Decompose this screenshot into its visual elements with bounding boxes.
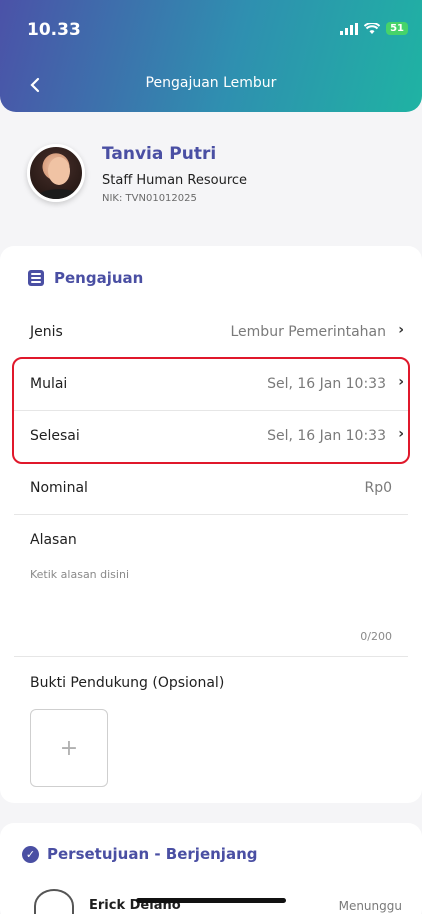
approver-status: Menunggu: [338, 899, 402, 913]
highlight-box: [12, 357, 410, 464]
employee-profile: Tanvia Putri Staff Human Resource NIK: T…: [0, 138, 422, 218]
plus-icon: +: [59, 735, 79, 761]
nominal-row: Nominal Rp0: [14, 464, 408, 514]
divider: [14, 514, 408, 515]
jenis-value: Lembur Pemerintahan: [230, 324, 387, 340]
check-circle-icon: ✓: [22, 845, 39, 863]
signal-icon: [340, 22, 359, 35]
wifi-icon: [364, 22, 381, 34]
app-header: 10.33 51 Pengajuan Lembur: [0, 0, 422, 112]
employee-nik: NIK: TVN01012025: [102, 193, 197, 204]
divider: [14, 656, 408, 657]
nominal-value: Rp0: [364, 480, 392, 496]
char-counter: 0/200: [360, 630, 392, 643]
nominal-label: Nominal: [30, 480, 88, 496]
jenis-label: Jenis: [30, 324, 63, 340]
approval-header: ✓ Persetujuan - Berjenjang: [22, 845, 257, 863]
jenis-row[interactable]: Jenis Lembur Pemerintahan ›: [14, 308, 408, 358]
nav-bar: Pengajuan Lembur: [0, 70, 422, 100]
avatar: [27, 144, 85, 202]
approval-title: Persetujuan - Berjenjang: [47, 845, 258, 863]
pengajuan-header: Pengajuan: [28, 269, 143, 287]
status-icons: 51: [340, 22, 408, 35]
home-indicator: [136, 898, 286, 903]
employee-role: Staff Human Resource: [102, 173, 248, 188]
upload-button[interactable]: +: [30, 709, 108, 787]
alasan-label: Alasan: [30, 532, 77, 548]
page-title: Pengajuan Lembur: [145, 75, 277, 91]
chevron-right-icon: ›: [398, 322, 404, 338]
alasan-input[interactable]: Ketik alasan disini: [30, 568, 390, 581]
approver-avatar: [34, 889, 74, 914]
status-bar: 10.33 51: [0, 0, 422, 60]
pengajuan-card: Pengajuan Jenis Lembur Pemerintahan › Mu…: [0, 246, 422, 803]
employee-name: Tanvia Putri: [102, 144, 217, 164]
section-title: Pengajuan: [54, 269, 144, 287]
list-icon: [28, 270, 44, 286]
clock: 10.33: [27, 20, 81, 40]
bukti-label: Bukti Pendukung (Opsional): [30, 675, 225, 691]
battery-indicator: 51: [386, 22, 408, 35]
